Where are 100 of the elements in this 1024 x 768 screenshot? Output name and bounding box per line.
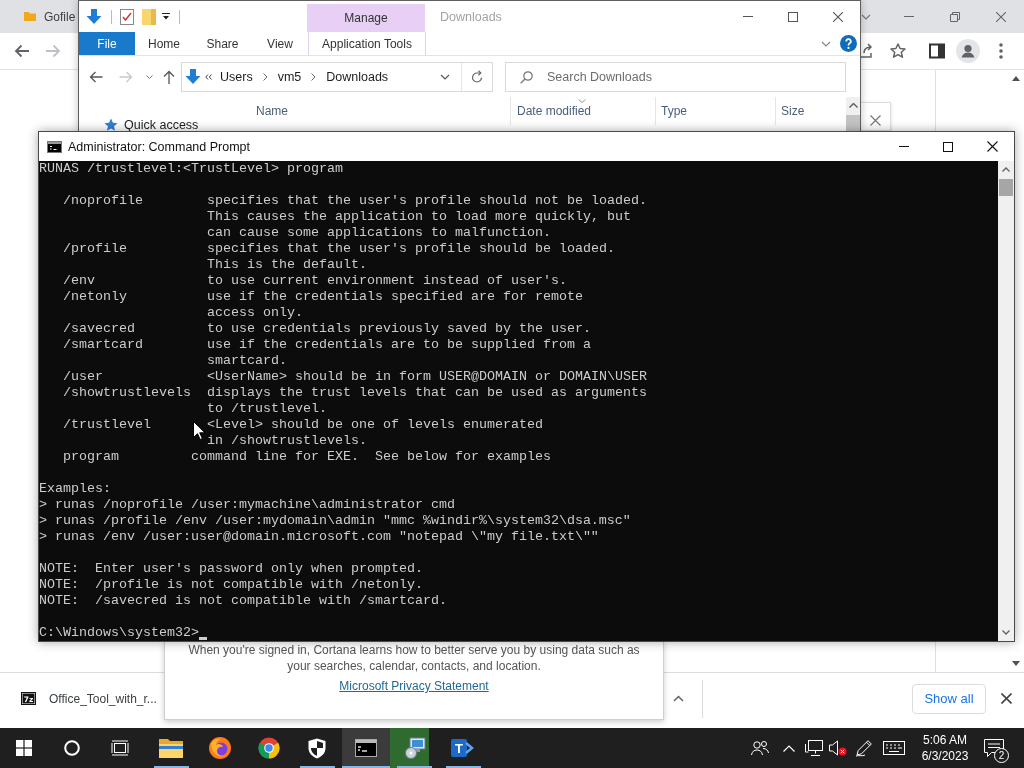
download-arrow-icon: [185, 68, 201, 85]
scrollbar[interactable]: [846, 97, 860, 131]
terminal-icon: [355, 739, 378, 757]
console-line: NOTE: /savecred is not compatible with /smartcard.: [39, 593, 447, 609]
taskbar-button[interactable]: T: [439, 728, 488, 768]
console-line: > runas /profile /env /user:mydomain\admin "mmc %windir%\system32\dsa.msc": [39, 513, 631, 529]
option-description: specifies that the user's profile should not be loaded. This causes the application to load more quickly, but can cause some applications to malfunction.: [207, 193, 647, 241]
privacy-link[interactable]: Microsoft Privacy Statement: [339, 678, 489, 694]
option-description: to use current environment instead of user's.: [207, 273, 567, 289]
scroll-up-icon[interactable]: [1012, 76, 1020, 81]
clock-date[interactable]: 6/3/2023: [921, 748, 969, 764]
close-icon[interactable]: [1001, 693, 1012, 704]
caret-down-icon[interactable]: [440, 73, 450, 80]
window-title: Administrator: Command Prompt: [68, 139, 250, 154]
option-description: displays the trust levels that can be used as arguments to /trustlevel.: [207, 385, 647, 417]
ribbon-tab[interactable]: Share: [193, 32, 252, 55]
avatar-icon[interactable]: [956, 39, 980, 63]
clock-time[interactable]: 5:06 AM: [923, 732, 967, 748]
search-icon: [520, 70, 533, 84]
option-name: program: [63, 449, 119, 465]
show-all-button[interactable]: Show all: [912, 683, 986, 714]
caret-down-icon[interactable]: [146, 74, 153, 79]
close-icon[interactable]: [833, 11, 843, 22]
sort-caret-icon: [578, 99, 586, 103]
option-description: command line for EXE. See below for examples: [191, 449, 551, 465]
option-description: <UserName> should be in form USER@DOMAIN or DOMAIN\USER: [207, 369, 647, 385]
maximize-icon[interactable]: [943, 141, 953, 152]
star-icon[interactable]: [890, 43, 906, 59]
volume-muted-icon[interactable]: [829, 740, 847, 756]
help-icon[interactable]: [840, 35, 857, 52]
scroll-up-icon[interactable]: [1002, 167, 1010, 172]
restore-icon[interactable]: [950, 11, 960, 22]
refresh-icon[interactable]: [471, 70, 483, 83]
up-arrow-icon[interactable]: [163, 69, 175, 84]
expand-ribbon-icon[interactable]: [821, 40, 831, 47]
option-description: specifies that the user's profile should be loaded. This is the default.: [207, 241, 615, 273]
scrollbar[interactable]: [998, 161, 1014, 641]
contextual-group-header: Manage: [307, 4, 425, 32]
scroll-down-icon[interactable]: [1002, 630, 1010, 635]
console-line: > runas /noprofile /user:mymachine\administrator cmd: [39, 497, 455, 513]
ribbon-tab[interactable]: Home: [135, 32, 193, 55]
side-panel-icon[interactable]: [929, 43, 945, 59]
close-icon[interactable]: [987, 141, 998, 152]
console-line: > runas /env /user:user@domain.microsoft.com "notepad \"my file.txt\"": [39, 529, 599, 545]
breadcrumb-item[interactable]: Users: [218, 65, 255, 88]
option-description: to use credentials previously saved by the user.: [207, 321, 591, 337]
window-title: Downloads: [440, 9, 502, 24]
scroll-up-icon[interactable]: [849, 103, 858, 108]
maximize-icon[interactable]: [788, 11, 798, 22]
task-view-icon[interactable]: [111, 740, 129, 756]
double-chevron-icon[interactable]: [205, 73, 212, 80]
console-line: Examples:: [39, 481, 111, 497]
back-icon[interactable]: [14, 44, 30, 58]
console-icon: [47, 140, 62, 153]
download-file-name[interactable]: Office_Tool_with_r...: [49, 691, 157, 706]
taskbar-button[interactable]: [341, 728, 391, 768]
console-prompt: C:\Windows\system32>: [39, 625, 199, 641]
chevron-right-icon[interactable]: [262, 72, 268, 81]
star-icon: [104, 118, 118, 131]
ribbon-tab[interactable]: Application Tools: [308, 32, 426, 55]
search-field[interactable]: Search Downloads: [505, 61, 846, 92]
scrollbar-thumb[interactable]: [846, 115, 860, 131]
mouse-pointer-icon: [193, 421, 205, 440]
ring-icon[interactable]: [64, 740, 80, 756]
scroll-down-icon[interactable]: [1012, 661, 1020, 666]
option-name: /user: [63, 369, 103, 385]
option-description: use if the credentials specified are for remote access only.: [207, 289, 583, 321]
shield-icon: [308, 737, 327, 759]
chevron-up-icon[interactable]: [783, 744, 795, 752]
breadcrumb-item[interactable]: vm5: [275, 65, 304, 88]
option-name: /noprofile: [63, 193, 143, 210]
notification-icon[interactable]: [984, 739, 1004, 757]
address-bar[interactable]: Users vm5 Downloads: [181, 61, 493, 92]
network-icon[interactable]: [805, 740, 823, 756]
option-name: /savecred: [63, 321, 135, 337]
browser-tab[interactable]: Gofile: [24, 9, 76, 24]
start-icon[interactable]: [16, 740, 32, 756]
console-line: NOTE: Enter user's password only when prompted.: [39, 561, 423, 577]
pen-icon[interactable]: [855, 739, 873, 757]
chevron-right-icon[interactable]: [311, 72, 317, 81]
console-line: RUNAS /trustlevel:<TrustLevel> program: [39, 161, 343, 177]
breadcrumb-item[interactable]: Downloads: [324, 65, 391, 88]
scrollbar-thumb[interactable]: [999, 179, 1013, 196]
ribbon-tab[interactable]: File: [79, 32, 135, 55]
keyboard-icon[interactable]: [883, 741, 905, 755]
ribbon-tab[interactable]: View: [252, 32, 308, 55]
firefox-icon: [209, 737, 232, 759]
notification-count: 2: [994, 748, 1009, 763]
people-icon[interactable]: [751, 740, 769, 756]
more-menu-icon[interactable]: [999, 43, 1003, 59]
nav-item[interactable]: Quick access: [104, 118, 199, 131]
option-description: use if the credentials are to be supplied from a smartcard.: [207, 337, 591, 369]
caret-up-icon[interactable]: [673, 695, 684, 702]
back-icon[interactable]: [89, 70, 103, 83]
option-name: /trustlevel: [63, 417, 151, 434]
checklist-icon[interactable]: [120, 8, 134, 25]
download-arrow-icon[interactable]: [86, 8, 102, 25]
customize-caret-icon[interactable]: [162, 13, 170, 20]
option-name: /netonly: [63, 289, 127, 306]
privacy-message: When you're signed in, Cortana learns how to better serve you by using data such as your searches, calendar, contacts, and location.: [187, 642, 641, 674]
